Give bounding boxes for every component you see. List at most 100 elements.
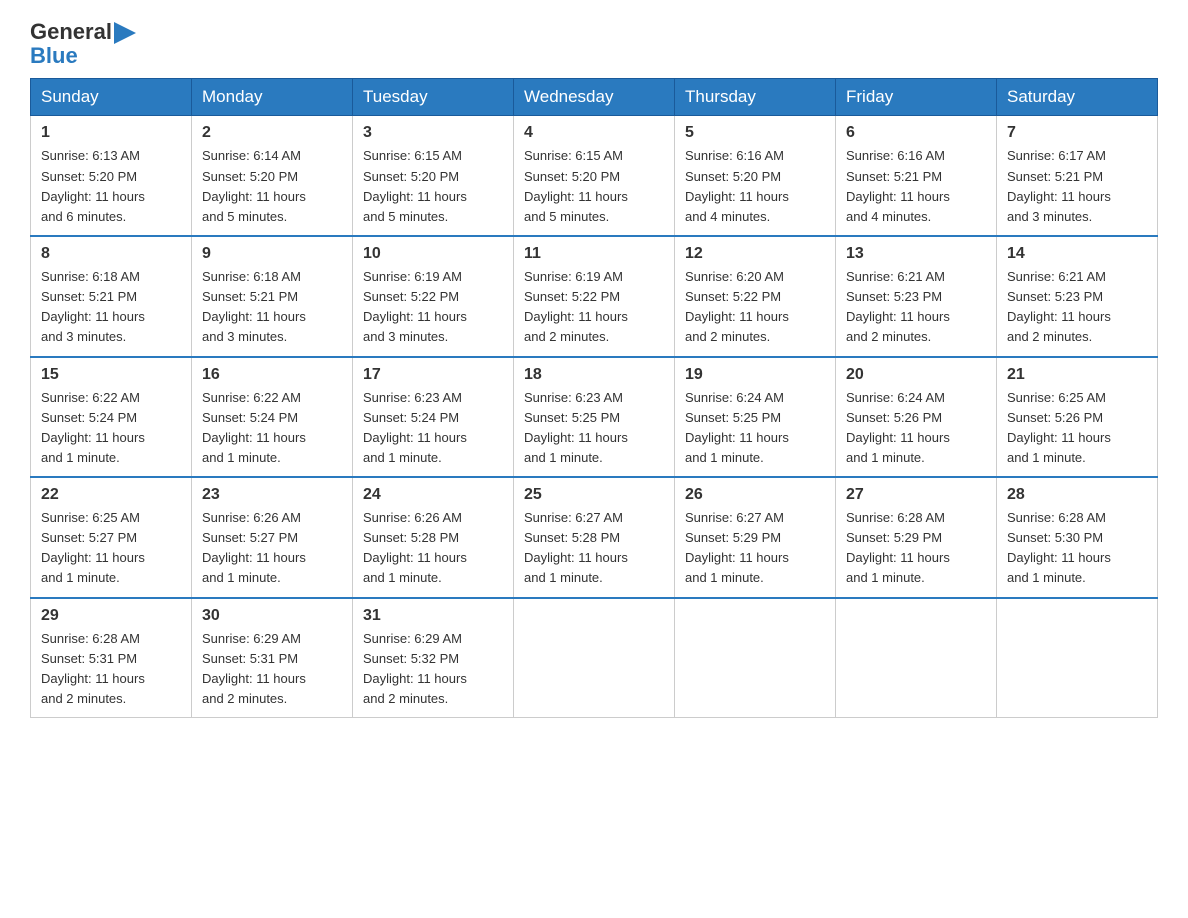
cell-info: Sunrise: 6:26 AMSunset: 5:28 PMDaylight:… [363, 508, 503, 589]
day-number: 4 [524, 124, 664, 142]
day-number: 13 [846, 245, 986, 263]
calendar-cell: 2Sunrise: 6:14 AMSunset: 5:20 PMDaylight… [192, 116, 353, 236]
day-number: 17 [363, 366, 503, 384]
cell-info: Sunrise: 6:18 AMSunset: 5:21 PMDaylight:… [41, 267, 181, 348]
day-number: 16 [202, 366, 342, 384]
calendar-cell: 1 Sunrise: 6:13 AMSunset: 5:20 PMDaylight… [31, 116, 192, 236]
cell-info: Sunrise: 6:23 AMSunset: 5:25 PMDaylight:… [524, 388, 664, 469]
calendar-cell [514, 598, 675, 718]
day-number: 1 [41, 124, 181, 142]
day-number: 24 [363, 486, 503, 504]
calendar-cell: 14 Sunrise: 6:21 AMSunset: 5:23 PMDayligh… [997, 236, 1158, 357]
cell-info: Sunrise: 6:20 AMSunset: 5:22 PMDaylight:… [685, 267, 825, 348]
day-number: 30 [202, 607, 342, 625]
calendar-week-row: 1 Sunrise: 6:13 AMSunset: 5:20 PMDaylight… [31, 116, 1158, 236]
cell-info: Sunrise: 6:26 AMSunset: 5:27 PMDaylight:… [202, 508, 342, 589]
day-number: 21 [1007, 366, 1147, 384]
calendar-cell: 10 Sunrise: 6:19 AMSunset: 5:22 PMDayligh… [353, 236, 514, 357]
calendar-cell: 24 Sunrise: 6:26 AMSunset: 5:28 PMDayligh… [353, 477, 514, 598]
calendar-cell: 15 Sunrise: 6:22 AMSunset: 5:24 PMDayligh… [31, 357, 192, 478]
calendar-cell [997, 598, 1158, 718]
day-number: 5 [685, 124, 825, 142]
day-number: 11 [524, 245, 664, 263]
calendar-cell: 12 Sunrise: 6:20 AMSunset: 5:22 PMDayligh… [675, 236, 836, 357]
calendar-cell: 5 Sunrise: 6:16 AMSunset: 5:20 PMDaylight… [675, 116, 836, 236]
calendar-cell: 17 Sunrise: 6:23 AMSunset: 5:24 PMDayligh… [353, 357, 514, 478]
calendar-cell: 8 Sunrise: 6:18 AMSunset: 5:21 PMDaylight… [31, 236, 192, 357]
calendar-cell: 27Sunrise: 6:28 AMSunset: 5:29 PMDayligh… [836, 477, 997, 598]
cell-info: Sunrise: 6:29 AMSunset: 5:32 PMDaylight:… [363, 629, 503, 710]
cell-info: Sunrise: 6:15 AMSunset: 5:20 PMDaylight:… [363, 146, 503, 227]
day-number: 3 [363, 124, 503, 142]
cell-info: Sunrise: 6:25 AMSunset: 5:27 PMDaylight:… [41, 508, 181, 589]
calendar-cell: 22 Sunrise: 6:25 AMSunset: 5:27 PMDayligh… [31, 477, 192, 598]
cell-info: Sunrise: 6:27 AMSunset: 5:28 PMDaylight:… [524, 508, 664, 589]
day-header-thursday: Thursday [675, 79, 836, 116]
day-number: 8 [41, 245, 181, 263]
calendar-cell: 31 Sunrise: 6:29 AMSunset: 5:32 PMDayligh… [353, 598, 514, 718]
day-number: 10 [363, 245, 503, 263]
day-number: 14 [1007, 245, 1147, 263]
cell-info: Sunrise: 6:28 AMSunset: 5:30 PMDaylight:… [1007, 508, 1147, 589]
calendar-cell: 6Sunrise: 6:16 AMSunset: 5:21 PMDaylight… [836, 116, 997, 236]
cell-info: Sunrise: 6:21 AMSunset: 5:23 PMDaylight:… [846, 267, 986, 348]
calendar-cell: 23 Sunrise: 6:26 AMSunset: 5:27 PMDayligh… [192, 477, 353, 598]
calendar-cell: 28 Sunrise: 6:28 AMSunset: 5:30 PMDayligh… [997, 477, 1158, 598]
day-number: 22 [41, 486, 181, 504]
cell-info: Sunrise: 6:29 AMSunset: 5:31 PMDaylight:… [202, 629, 342, 710]
day-header-wednesday: Wednesday [514, 79, 675, 116]
cell-info: Sunrise: 6:18 AMSunset: 5:21 PMDaylight:… [202, 267, 342, 348]
calendar-cell: 30 Sunrise: 6:29 AMSunset: 5:31 PMDayligh… [192, 598, 353, 718]
cell-info: Sunrise: 6:21 AMSunset: 5:23 PMDaylight:… [1007, 267, 1147, 348]
day-number: 20 [846, 366, 986, 384]
cell-info: Sunrise: 6:19 AMSunset: 5:22 PMDaylight:… [524, 267, 664, 348]
day-header-monday: Monday [192, 79, 353, 116]
cell-info: Sunrise: 6:24 AMSunset: 5:26 PMDaylight:… [846, 388, 986, 469]
calendar-cell: 26 Sunrise: 6:27 AMSunset: 5:29 PMDayligh… [675, 477, 836, 598]
calendar-table: SundayMondayTuesdayWednesdayThursdayFrid… [30, 78, 1158, 718]
cell-info: Sunrise: 6:23 AMSunset: 5:24 PMDaylight:… [363, 388, 503, 469]
cell-info: Sunrise: 6:28 AMSunset: 5:31 PMDaylight:… [41, 629, 181, 710]
day-header-saturday: Saturday [997, 79, 1158, 116]
calendar-cell: 7 Sunrise: 6:17 AMSunset: 5:21 PMDaylight… [997, 116, 1158, 236]
calendar-cell: 21 Sunrise: 6:25 AMSunset: 5:26 PMDayligh… [997, 357, 1158, 478]
calendar-cell: 16 Sunrise: 6:22 AMSunset: 5:24 PMDayligh… [192, 357, 353, 478]
cell-info: Sunrise: 6:25 AMSunset: 5:26 PMDaylight:… [1007, 388, 1147, 469]
day-header-sunday: Sunday [31, 79, 192, 116]
cell-info: Sunrise: 6:27 AMSunset: 5:29 PMDaylight:… [685, 508, 825, 589]
logo-text: General Blue [30, 20, 136, 68]
cell-info: Sunrise: 6:19 AMSunset: 5:22 PMDaylight:… [363, 267, 503, 348]
day-number: 25 [524, 486, 664, 504]
calendar-week-row: 8 Sunrise: 6:18 AMSunset: 5:21 PMDaylight… [31, 236, 1158, 357]
logo-triangle-icon [114, 22, 136, 44]
calendar-cell: 18Sunrise: 6:23 AMSunset: 5:25 PMDayligh… [514, 357, 675, 478]
cell-info: Sunrise: 6:17 AMSunset: 5:21 PMDaylight:… [1007, 146, 1147, 227]
day-number: 26 [685, 486, 825, 504]
day-number: 31 [363, 607, 503, 625]
calendar-week-row: 15 Sunrise: 6:22 AMSunset: 5:24 PMDayligh… [31, 357, 1158, 478]
cell-info: Sunrise: 6:22 AMSunset: 5:24 PMDaylight:… [202, 388, 342, 469]
cell-info: Sunrise: 6:22 AMSunset: 5:24 PMDaylight:… [41, 388, 181, 469]
logo: General Blue [30, 20, 136, 68]
calendar-cell: 13 Sunrise: 6:21 AMSunset: 5:23 PMDayligh… [836, 236, 997, 357]
day-number: 15 [41, 366, 181, 384]
day-number: 28 [1007, 486, 1147, 504]
calendar-cell: 20 Sunrise: 6:24 AMSunset: 5:26 PMDayligh… [836, 357, 997, 478]
day-number: 23 [202, 486, 342, 504]
day-number: 27 [846, 486, 986, 504]
day-number: 12 [685, 245, 825, 263]
day-number: 2 [202, 124, 342, 142]
cell-info: Sunrise: 6:24 AMSunset: 5:25 PMDaylight:… [685, 388, 825, 469]
cell-info: Sunrise: 6:13 AMSunset: 5:20 PMDaylight:… [41, 146, 181, 227]
day-number: 7 [1007, 124, 1147, 142]
day-number: 6 [846, 124, 986, 142]
cell-info: Sunrise: 6:15 AMSunset: 5:20 PMDaylight:… [524, 146, 664, 227]
day-number: 29 [41, 607, 181, 625]
calendar-cell: 3 Sunrise: 6:15 AMSunset: 5:20 PMDaylight… [353, 116, 514, 236]
calendar-cell: 9Sunrise: 6:18 AMSunset: 5:21 PMDaylight… [192, 236, 353, 357]
calendar-cell: 25 Sunrise: 6:27 AMSunset: 5:28 PMDayligh… [514, 477, 675, 598]
calendar-cell [836, 598, 997, 718]
cell-info: Sunrise: 6:16 AMSunset: 5:20 PMDaylight:… [685, 146, 825, 227]
calendar-cell: 4 Sunrise: 6:15 AMSunset: 5:20 PMDaylight… [514, 116, 675, 236]
calendar-cell: 19Sunrise: 6:24 AMSunset: 5:25 PMDayligh… [675, 357, 836, 478]
